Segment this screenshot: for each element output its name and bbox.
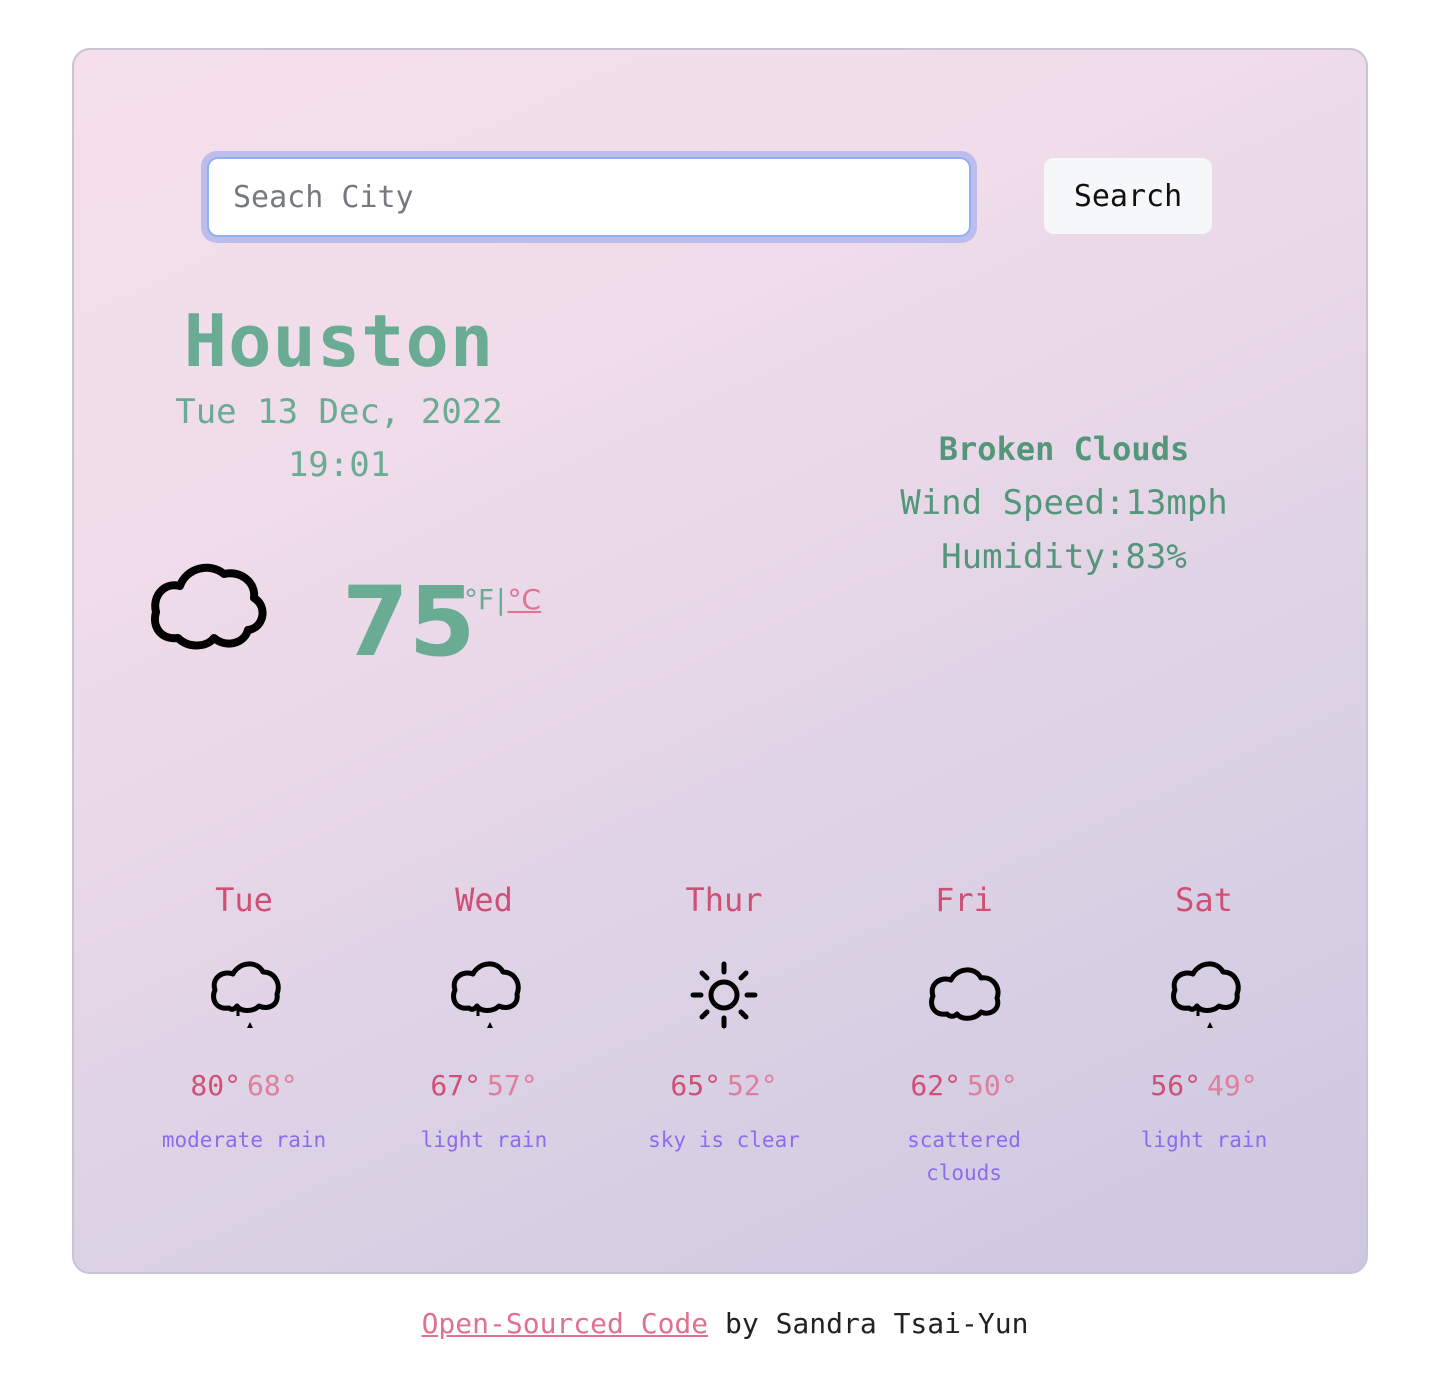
forecast-description: sky is clear (648, 1128, 800, 1152)
forecast-temps: 62° 50° (844, 1066, 1084, 1106)
forecast-high: 80° (190, 1069, 241, 1102)
forecast-day: Thur 65° 52° sky is clear (604, 872, 844, 1190)
cloud-icon (929, 967, 1001, 1021)
search-input-focus-ring (201, 151, 977, 243)
current-temperature-block: 75 °F|°C (148, 550, 568, 678)
forecast-high: 56° (1150, 1069, 1201, 1102)
rain-cloud-icon (211, 961, 281, 1028)
forecast-high: 67° (430, 1069, 481, 1102)
forecast-list: Tue 80° 68° moderate rain Wed 67° 57° ligh… (124, 872, 1324, 1190)
forecast-low: 68° (247, 1069, 298, 1102)
forecast-high: 65° (670, 1069, 721, 1102)
forecast-temps: 67° 57° (364, 1066, 604, 1106)
current-temperature: 75 (342, 566, 476, 678)
forecast-day-name: Sat (1175, 881, 1233, 919)
footer: Open-Sourced Code by Sandra Tsai-Yun (0, 1302, 1450, 1346)
celsius-link[interactable]: °C (508, 583, 542, 616)
unit-separator: | (496, 583, 506, 616)
forecast-day-name: Thur (685, 881, 763, 919)
forecast-day: Tue 80° 68° moderate rain (124, 872, 364, 1190)
humidity-label: Humidity: (941, 537, 1126, 577)
forecast-low: 52° (727, 1069, 778, 1102)
wind-speed-label: Wind Speed: (900, 483, 1126, 523)
forecast-day-name: Tue (215, 881, 273, 919)
fahrenheit-unit: °F (464, 583, 495, 616)
forecast-description: light rain (1140, 1128, 1268, 1152)
forecast-high: 62° (910, 1069, 961, 1102)
search-button[interactable]: Search (1044, 158, 1212, 234)
weather-description: Broken Clouds (938, 430, 1190, 468)
current-time: 19:01 (287, 445, 391, 485)
forecast-day-name: Wed (455, 881, 513, 919)
cloud-icon (151, 563, 267, 650)
forecast-description: light rain (420, 1128, 548, 1152)
city-search-input[interactable] (207, 157, 971, 237)
wind-speed-value: 13mph (1125, 483, 1228, 523)
location-block: Houston Tue 13 Dec, 2022 19:01 (144, 296, 534, 492)
forecast-low: 50° (967, 1069, 1018, 1102)
current-date: Tue 13 Dec, 2022 (175, 392, 503, 432)
forecast-description: scattered clouds (907, 1128, 1021, 1185)
weather-card: Search Houston Tue 13 Dec, 2022 19:01 75… (72, 48, 1368, 1274)
humidity: Humidity:83% (864, 530, 1264, 584)
forecast-temps: 80° 68° (124, 1066, 364, 1106)
sun-icon (690, 961, 758, 1029)
source-code-link[interactable]: Open-Sourced Code (422, 1307, 709, 1340)
forecast-description: moderate rain (161, 1128, 327, 1152)
forecast-low: 57° (487, 1069, 538, 1102)
forecast-low: 49° (1207, 1069, 1258, 1102)
humidity-value: 83% (1125, 537, 1187, 577)
forecast-day: Sat 56° 49° light rain (1084, 872, 1324, 1190)
unit-toggle: °F|°C (464, 580, 541, 620)
wind-speed: Wind Speed:13mph (864, 476, 1264, 530)
forecast-day-name: Fri (935, 881, 993, 919)
forecast-day: Fri 62° 50° scattered clouds (844, 872, 1084, 1190)
rain-cloud-icon (451, 961, 521, 1028)
city-name: Houston (183, 299, 495, 383)
forecast-temps: 65° 52° (604, 1066, 844, 1106)
forecast-temps: 56° 49° (1084, 1066, 1324, 1106)
rain-cloud-icon (1171, 961, 1241, 1028)
author-credit: by Sandra Tsai-Yun (708, 1307, 1029, 1340)
forecast-day: Wed 67° 57° light rain (364, 872, 604, 1190)
weather-details: Broken Clouds Wind Speed:13mph Humidity:… (864, 422, 1264, 584)
